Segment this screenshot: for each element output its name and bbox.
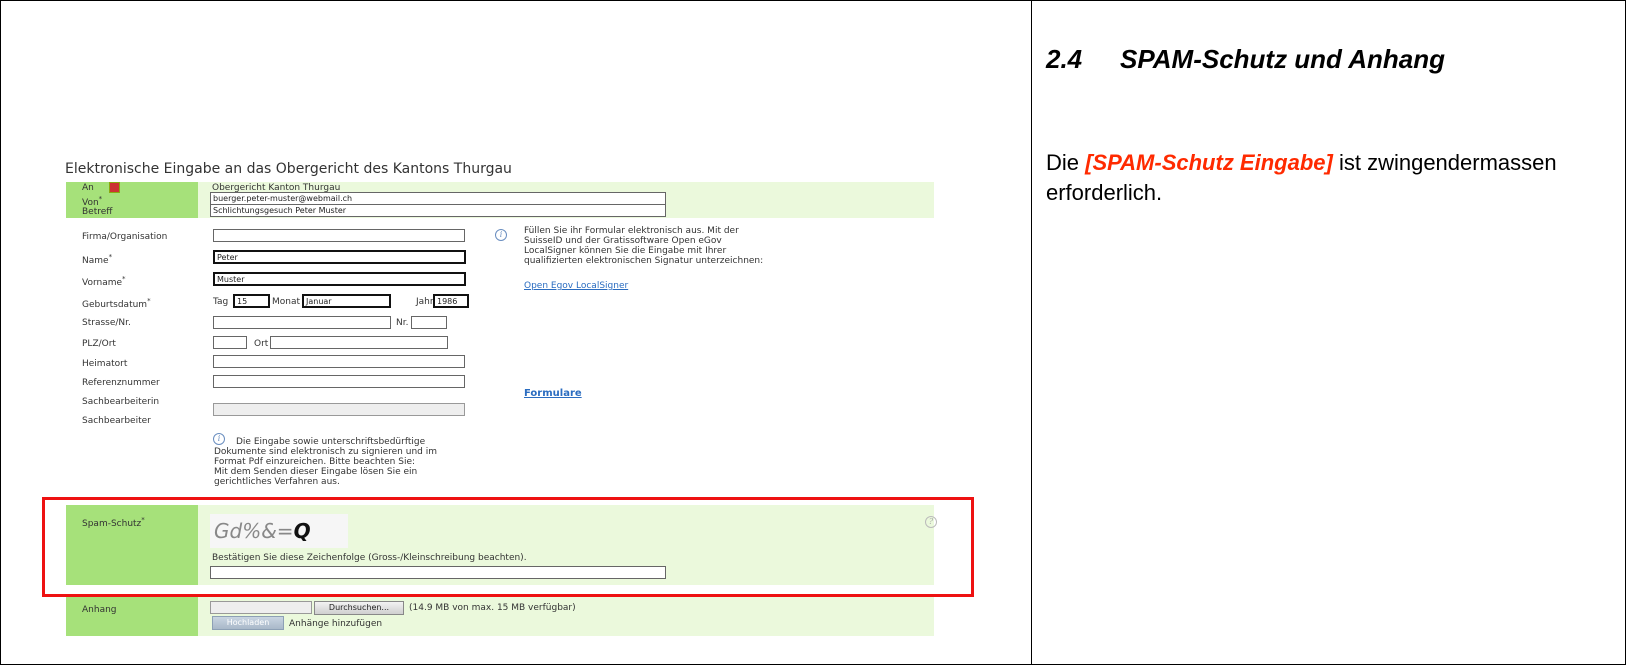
quota-text: (14.9 MB von max. 15 MB verfügbar)	[409, 603, 576, 613]
name-label: Name*	[82, 253, 113, 266]
name-field[interactable]: Peter	[213, 250, 466, 264]
heimatort-label: Heimatort	[82, 359, 128, 369]
nr-label: Nr.	[396, 318, 409, 328]
section-heading: 2.4 SPAM-Schutz und Anhang	[1046, 44, 1445, 75]
firma-field[interactable]	[213, 229, 465, 242]
info-icon: i	[495, 229, 507, 241]
body-prefix: Die	[1046, 150, 1086, 175]
jahr-label: Jahr	[416, 297, 434, 307]
ort-label: Ort	[254, 339, 269, 349]
column-divider	[1031, 0, 1032, 665]
upload-button[interactable]: Hochladen	[212, 616, 284, 630]
monat-field[interactable]: Januar	[302, 294, 391, 308]
strasse-field[interactable]	[213, 316, 391, 329]
tag-label: Tag	[213, 297, 229, 307]
spam-highlight-box	[42, 497, 974, 597]
canton-flag-icon	[109, 182, 120, 193]
strasse-label: Strasse/Nr.	[82, 318, 131, 328]
heimatort-field[interactable]	[213, 355, 465, 368]
nr-field[interactable]	[411, 316, 447, 329]
info-text: Füllen Sie ihr Formular elektronisch aus…	[524, 226, 764, 266]
browse-button[interactable]: Durchsuchen...	[314, 601, 404, 615]
vorname-label: Vorname*	[82, 275, 126, 288]
body-highlight: [SPAM-Schutz Eingabe]	[1085, 150, 1333, 175]
vorname-field[interactable]: Muster	[213, 272, 466, 286]
notice-text: Die Eingabe sowie unterschriftsbedürftig…	[214, 437, 437, 487]
sachbearbeiterin-label: Sachbearbeiterin	[82, 397, 160, 407]
firma-label: Firma/Organisation	[82, 232, 168, 242]
betreff-field[interactable]: Schlichtungsgesuch Peter Muster	[210, 204, 666, 217]
monat-label: Monat	[272, 297, 301, 307]
sachbearbeiter-field[interactable]	[213, 403, 465, 416]
jahr-field[interactable]: 1986	[433, 294, 469, 308]
section-body: Die [SPAM-Schutz Eingabe] ist zwingender…	[1046, 148, 1606, 208]
plz-label: PLZ/Ort	[82, 339, 116, 349]
referenz-field[interactable]	[213, 375, 465, 388]
geburtsdatum-label: Geburtsdatum*	[82, 297, 151, 310]
sachbearbeiter-label: Sachbearbeiter	[82, 416, 151, 426]
section-title: SPAM-Schutz und Anhang	[1120, 44, 1445, 74]
form-title: Elektronische Eingabe an das Obergericht…	[65, 161, 512, 177]
file-path-field[interactable]	[210, 601, 312, 614]
anhang-label: Anhang	[82, 605, 117, 615]
referenz-label: Referenznummer	[82, 378, 160, 388]
formulare-link[interactable]: Formulare	[524, 388, 582, 399]
section-number: 2.4	[1046, 44, 1083, 74]
anhang-label-column	[66, 596, 198, 636]
localsigner-link[interactable]: Open Egov LocalSigner	[524, 281, 628, 291]
betreff-label: Betreff	[82, 207, 113, 217]
tag-field[interactable]: 15	[233, 294, 270, 308]
plz-field[interactable]	[213, 336, 247, 349]
add-attachments-label: Anhänge hinzufügen	[289, 619, 383, 629]
an-label: An	[82, 183, 94, 193]
ort-field[interactable]	[270, 336, 448, 349]
